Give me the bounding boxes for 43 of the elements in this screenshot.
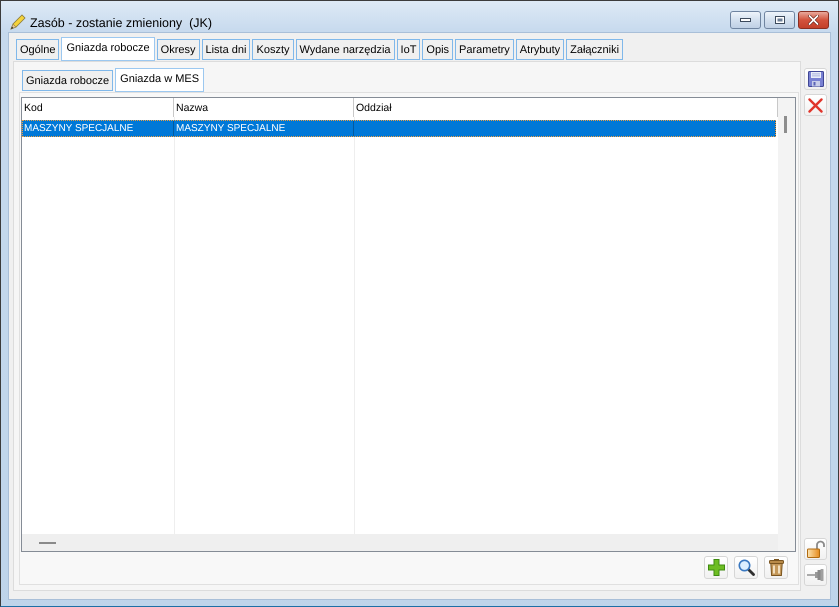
- plus-icon: [708, 559, 724, 576]
- lock-button[interactable]: [804, 538, 827, 560]
- padlock-icon: [806, 540, 824, 558]
- window-title: Zasób - zostanie zmieniony (JK): [30, 16, 212, 30]
- tab[interactable]: IoT: [396, 39, 420, 60]
- table-cell: MASZYNY SPECJALNE: [174, 120, 354, 137]
- search-icon: [738, 559, 754, 576]
- tab[interactable]: Koszty: [252, 39, 294, 60]
- tab[interactable]: Wydane narzędzia: [296, 39, 395, 60]
- tab[interactable]: Załączniki: [566, 39, 624, 60]
- tab[interactable]: Lista dni: [202, 39, 250, 60]
- column-header[interactable]: Kod: [22, 98, 174, 117]
- add-button[interactable]: [704, 556, 728, 579]
- delete-button[interactable]: [764, 556, 788, 579]
- minimize-button[interactable]: [730, 11, 761, 29]
- tab[interactable]: Parametry: [455, 39, 514, 60]
- vertical-scrollbar[interactable]: [778, 98, 795, 551]
- save-button[interactable]: [804, 68, 827, 90]
- search-button[interactable]: [734, 556, 758, 579]
- minimize-icon: [740, 18, 751, 22]
- tab[interactable]: Okresy: [156, 39, 200, 60]
- cancel-button[interactable]: [804, 94, 827, 116]
- pin-button[interactable]: [804, 564, 827, 586]
- table-cell: MASZYNY SPECJALNE: [22, 120, 174, 137]
- sub-tab[interactable]: Gniazda robocze: [22, 70, 114, 91]
- sub-tab[interactable]: Gniazda w MES: [115, 68, 204, 92]
- table-row[interactable]: MASZYNY SPECJALNE MASZYNY SPECJALNE: [22, 120, 776, 137]
- column-header[interactable]: Nazwa: [174, 98, 354, 117]
- trash-icon: [768, 559, 784, 576]
- close-icon: [808, 15, 819, 25]
- maximize-icon: [774, 16, 784, 24]
- maximize-button[interactable]: [764, 11, 795, 29]
- close-button[interactable]: [798, 11, 829, 29]
- tab[interactable]: Ogólne: [16, 39, 60, 60]
- scrollbar-thumb[interactable]: [784, 116, 787, 133]
- pushpin-icon: [807, 569, 824, 581]
- x-icon: [808, 98, 823, 112]
- dash-icon: [39, 542, 56, 544]
- tab[interactable]: Gniazda robocze: [61, 37, 155, 61]
- tab[interactable]: Opis: [422, 39, 454, 60]
- save-icon: [808, 71, 824, 87]
- tab[interactable]: Atrybuty: [516, 39, 564, 60]
- pencil-icon: [10, 14, 26, 30]
